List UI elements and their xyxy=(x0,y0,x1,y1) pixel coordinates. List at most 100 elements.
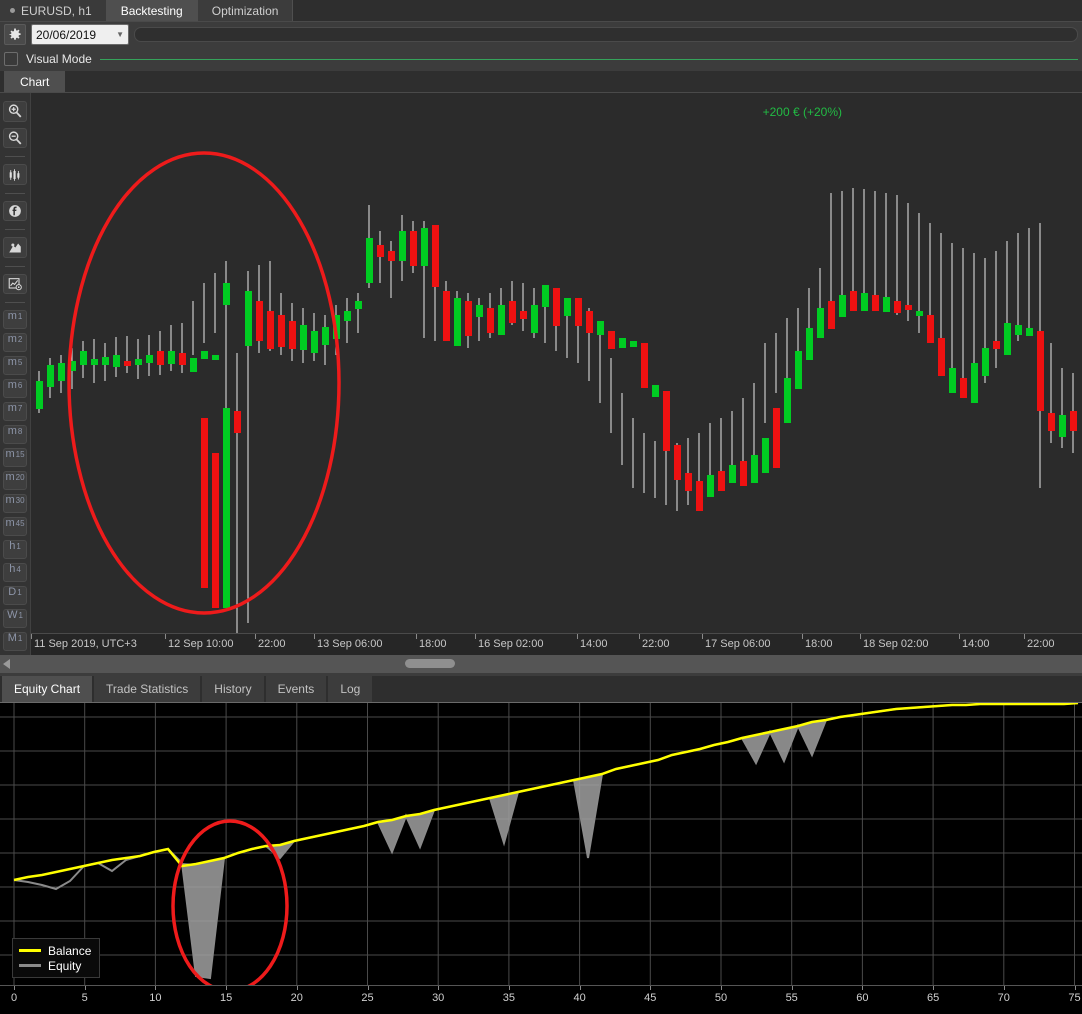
time-tick-label: 11 Sep 2019, UTC+3 xyxy=(34,638,137,650)
tab-symbol-eurusd[interactable]: EURUSD, h1 xyxy=(0,0,107,21)
time-tick-label: 22:00 xyxy=(258,638,286,650)
profit-label: +200 € (+20%) xyxy=(762,105,842,119)
candle-circle-icon[interactable] xyxy=(3,200,27,222)
tab-backtesting[interactable]: Backtesting xyxy=(106,0,198,21)
eq-tickmark xyxy=(508,986,510,990)
legend-balance-label: Balance xyxy=(48,943,92,958)
tf-unit: m xyxy=(7,310,17,323)
tab-chart[interactable]: Chart xyxy=(4,71,66,92)
tf-value: 20 xyxy=(15,473,25,483)
timeframe-m15[interactable]: m 15 xyxy=(3,448,27,468)
mountain-chart-icon[interactable] xyxy=(3,237,27,258)
tf-value: 1 xyxy=(17,588,22,598)
eq-tick-label: 55 xyxy=(785,992,798,1004)
timeframe-m6[interactable]: m6 xyxy=(3,379,27,399)
eq-tickmark xyxy=(1074,986,1076,990)
eq-tickmark xyxy=(721,986,722,990)
timeframe-m5[interactable]: m5 xyxy=(3,356,27,376)
tf-value: 2 xyxy=(17,335,23,345)
scroll-left-arrow-icon[interactable] xyxy=(0,655,14,673)
progress-rule xyxy=(99,58,1078,60)
eq-tickmark xyxy=(155,986,157,990)
tab-log[interactable]: Log xyxy=(328,676,373,702)
timeframe-w1[interactable]: W1 xyxy=(3,609,27,629)
time-tick-label: 14:00 xyxy=(962,638,990,650)
tf-value: 45 xyxy=(15,519,25,529)
tf-value: 4 xyxy=(16,565,21,575)
eq-tickmark xyxy=(650,986,652,990)
equity-x-axis: 0 5 10 15 20 25 30 35 40 45 50 55 60 65 … xyxy=(0,985,1082,1014)
chart-tabstrip: Chart xyxy=(0,71,1082,93)
timeframe-d1[interactable]: D1 xyxy=(3,586,27,606)
eq-tick-label: 50 xyxy=(714,992,728,1004)
timeframe-m20[interactable]: m 20 xyxy=(3,471,27,491)
toolbar-divider xyxy=(5,229,25,231)
zoom-in-icon[interactable] xyxy=(3,101,27,122)
timeframe-mn1[interactable]: M1 xyxy=(3,632,27,652)
scrollbar-thumb[interactable] xyxy=(405,659,455,668)
balance-swatch xyxy=(19,949,41,952)
chart-horizontal-scrollbar[interactable] xyxy=(0,655,1082,673)
tf-unit: m xyxy=(5,448,15,461)
bar-chart-icon[interactable] xyxy=(3,164,27,185)
timeframe-m7[interactable]: m7 xyxy=(3,402,27,422)
equity-chart-panel[interactable] xyxy=(0,702,1082,986)
legend-item-balance: Balance xyxy=(19,943,91,958)
equity-swatch xyxy=(19,964,41,967)
timeframe-h4[interactable]: h4 xyxy=(3,563,27,583)
eq-tickmark xyxy=(296,986,298,990)
tf-unit: m xyxy=(7,333,17,346)
eq-tickmark xyxy=(14,986,15,990)
tab-equity-chart-label: Equity Chart xyxy=(14,682,81,696)
tf-value: 5 xyxy=(17,358,23,368)
tf-unit: m xyxy=(7,425,17,438)
eq-tick-label: 0 xyxy=(10,992,18,1004)
visual-mode-row: Visual Mode xyxy=(0,47,1082,71)
tab-equity-chart[interactable]: Equity Chart xyxy=(2,676,93,702)
eq-tick-label: 30 xyxy=(432,992,445,1004)
timeframe-m45[interactable]: m 45 xyxy=(3,517,27,537)
eq-tick-label: 5 xyxy=(81,992,88,1004)
eq-tickmark xyxy=(226,986,228,990)
eq-tick-label: 70 xyxy=(997,992,1010,1004)
tab-trade-statistics[interactable]: Trade Statistics xyxy=(94,676,201,702)
tab-optimization[interactable]: Optimization xyxy=(197,0,294,21)
timeframe-m30[interactable]: m 30 xyxy=(3,494,27,514)
tf-unit: M xyxy=(7,632,17,645)
time-tick-label: 22:00 xyxy=(642,638,670,650)
tf-unit: m xyxy=(5,471,15,484)
date-select[interactable]: 20/06/2019 ▼ xyxy=(31,24,129,45)
time-tick-label: 14:00 xyxy=(580,638,608,650)
tab-events-label: Events xyxy=(277,682,315,696)
eq-tick-label: 15 xyxy=(219,992,233,1004)
main-chart-panel: m1 m2 m5 m6 m7 m8 m 15 m 20 m 30 m 45 h1 h4 … xyxy=(0,93,1082,655)
date-value: 20/06/2019 xyxy=(36,27,97,42)
equity-chart-svg xyxy=(0,703,1082,986)
equity-legend: Balance Equity xyxy=(12,938,101,978)
zoom-out-icon[interactable] xyxy=(3,127,27,149)
timeframe-m1[interactable]: m1 xyxy=(3,310,27,330)
chart-settings-icon[interactable] xyxy=(3,273,27,295)
time-tick-label: 16 Sep 02:00 xyxy=(478,638,544,650)
timeframe-m8[interactable]: m8 xyxy=(3,425,27,445)
tf-unit: h xyxy=(9,540,16,553)
tab-events[interactable]: Events xyxy=(265,676,327,702)
eq-tick-label: 35 xyxy=(502,992,516,1004)
bottom-tabstrip: Equity Chart Trade Statistics History Ev… xyxy=(0,676,1082,702)
eq-tickmark xyxy=(438,986,440,990)
settings-row: 20/06/2019 ▼ xyxy=(0,22,1082,47)
eq-tickmark xyxy=(933,986,935,990)
gear-icon[interactable] xyxy=(4,24,26,45)
visual-mode-checkbox[interactable] xyxy=(4,52,18,66)
eq-tickmark xyxy=(367,986,369,990)
timeframe-h1[interactable]: h1 xyxy=(3,540,27,560)
tab-chart-label: Chart xyxy=(20,74,50,89)
legend-equity-label: Equity xyxy=(48,958,82,973)
eq-tickmark xyxy=(579,986,581,990)
tab-history[interactable]: History xyxy=(202,676,264,702)
tf-unit: m xyxy=(7,379,17,392)
tf-unit: m xyxy=(5,494,15,507)
timeframe-m2[interactable]: m2 xyxy=(3,333,27,353)
tf-value: 7 xyxy=(17,404,23,414)
candlestick-chart[interactable] xyxy=(31,93,1082,655)
